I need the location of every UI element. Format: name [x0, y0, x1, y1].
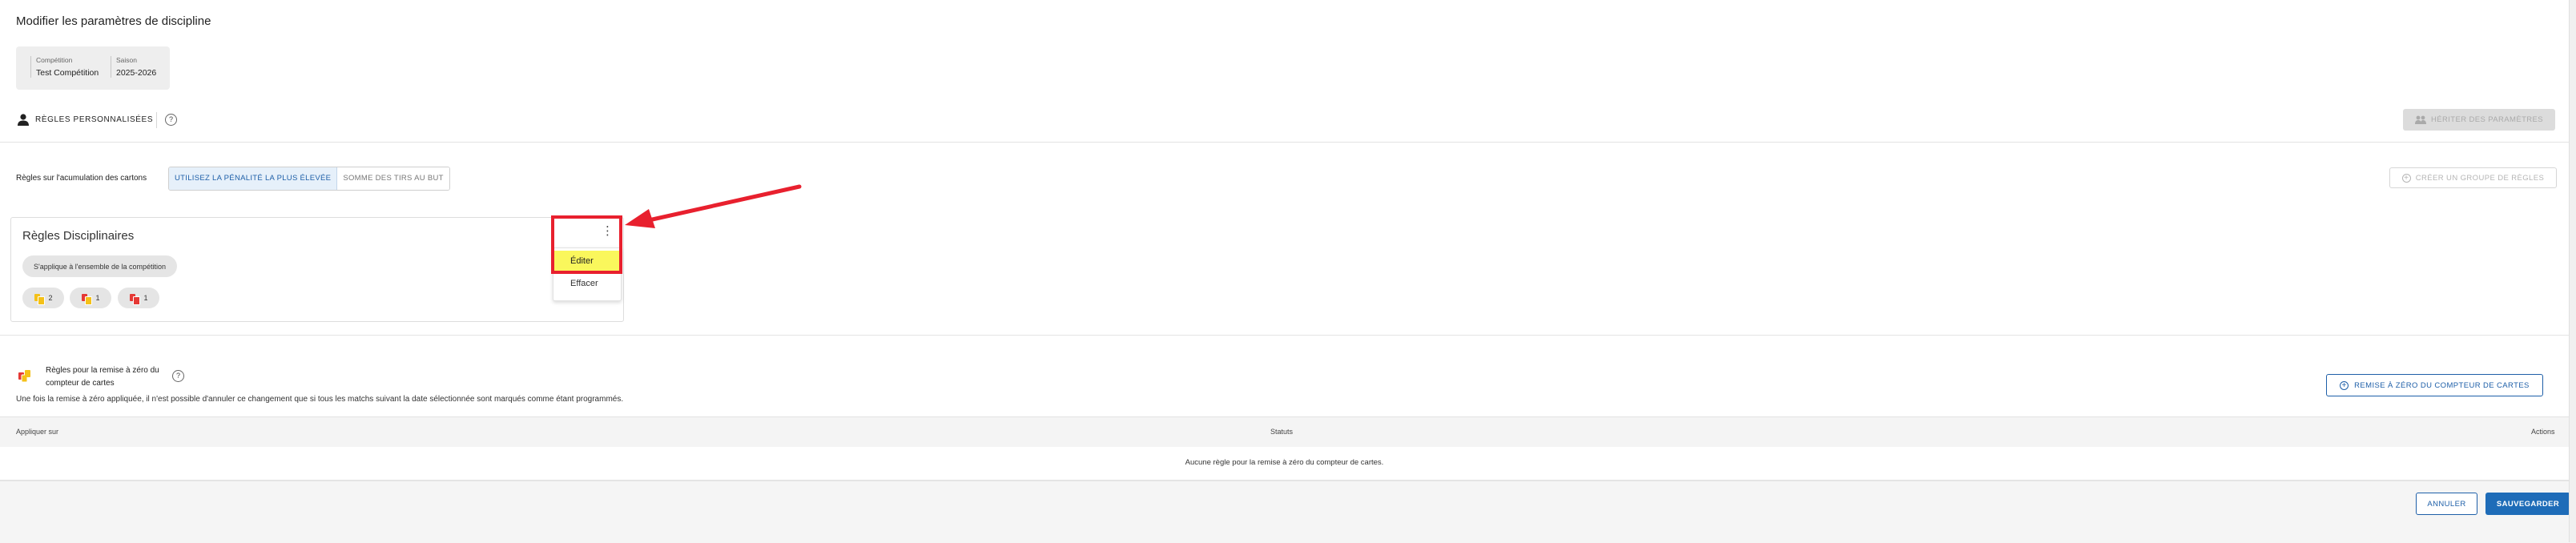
reset-rules-title: Règles pour la remise à zéro du compteur…: [46, 366, 159, 388]
competition-value: Test Compétition: [36, 68, 99, 78]
season-info: Saison 2025-2026: [111, 56, 156, 78]
section-divider: [0, 335, 2569, 336]
competition-label: Compétition: [36, 56, 73, 64]
plus-circle-icon: +: [2340, 380, 2349, 390]
column-apply-on: Appliquer sur: [16, 428, 59, 436]
scope-chip: S'applique à l'ensemble de la compétitio…: [22, 255, 178, 277]
section-divider: [0, 142, 2569, 143]
menu-item-delete[interactable]: Effacer: [553, 273, 621, 294]
people-icon: [2414, 115, 2426, 124]
accumulation-label: Règles sur l'acumulation des cartons: [16, 174, 147, 183]
reset-info-text: Une fois la remise à zéro appliquée, il …: [16, 395, 624, 404]
cards-reset-icon: [18, 370, 30, 383]
footer-bar: [0, 481, 2576, 543]
context-summary: Compétition Test Compétition Saison 2025…: [16, 46, 170, 90]
rule-chip-count: 1: [95, 294, 100, 302]
cancel-button[interactable]: ANNULER: [2416, 493, 2477, 515]
yellow-yellow-card-icon: [34, 292, 46, 305]
custom-rules-title: RÈGLES PERSONNALISÉES: [35, 115, 154, 124]
red-card-icon: [129, 292, 141, 305]
rule-chip: 1: [70, 288, 111, 308]
user-icon: [18, 114, 29, 126]
page-title: Modifier les paramètres de discipline: [16, 14, 211, 28]
yellow-red-card-icon: [81, 292, 93, 305]
create-rule-group-label: CRÉER UN GROUPE DE RÈGLES: [2415, 173, 2545, 183]
option-highest-penalty[interactable]: UTILISEZ LA PÉNALITÉ LA PLUS ÉLEVÉE: [169, 167, 338, 190]
annotation-arrow: [625, 184, 802, 228]
scrollbar[interactable]: [2569, 0, 2576, 542]
rule-chip-count: 1: [143, 294, 148, 302]
rule-chip-count: 2: [48, 294, 53, 302]
column-status: Statuts: [1270, 428, 1294, 436]
highlight-box: [551, 215, 622, 274]
inherit-settings-button[interactable]: HÉRITER DES PARAMÈTRES: [2403, 109, 2555, 131]
reset-table-header: Appliquer sur Statuts Actions: [0, 416, 2569, 447]
season-value: 2025-2026: [116, 68, 157, 78]
reset-card-counter-button[interactable]: + REMISE À ZÉRO DU COMPTEUR DE CARTES: [2326, 374, 2543, 396]
option-sum-shootouts[interactable]: SOMME DES TIRS AU BUT: [337, 167, 449, 190]
inherit-settings-label: HÉRITER DES PARAMÈTRES: [2430, 115, 2544, 124]
season-label: Saison: [116, 56, 137, 64]
create-rule-group-button[interactable]: + CRÉER UN GROUPE DE RÈGLES: [2389, 167, 2557, 188]
competition-info: Compétition Test Compétition: [30, 56, 99, 78]
rule-card-title: Règles Disciplinaires: [22, 229, 135, 243]
save-button[interactable]: SAUVEGARDER: [2485, 493, 2570, 515]
table-empty-row: Aucune règle pour la remise à zéro du co…: [0, 446, 2569, 481]
rule-card: Règles Disciplinaires S'applique à l'ens…: [10, 217, 624, 322]
reset-card-counter-label: REMISE À ZÉRO DU COMPTEUR DE CARTES: [2354, 380, 2530, 390]
divider: [156, 112, 157, 128]
rule-chip: 1: [118, 288, 159, 308]
empty-state-text: Aucune règle pour la remise à zéro du co…: [1185, 458, 1384, 467]
help-icon[interactable]: ?: [165, 114, 177, 126]
accumulation-toggle: UTILISEZ LA PÉNALITÉ LA PLUS ÉLEVÉE SOMM…: [168, 167, 450, 191]
rule-chip: 2: [22, 288, 64, 308]
help-icon[interactable]: ?: [172, 370, 184, 382]
column-actions: Actions: [2531, 428, 2555, 436]
plus-circle-icon: +: [2401, 173, 2411, 183]
